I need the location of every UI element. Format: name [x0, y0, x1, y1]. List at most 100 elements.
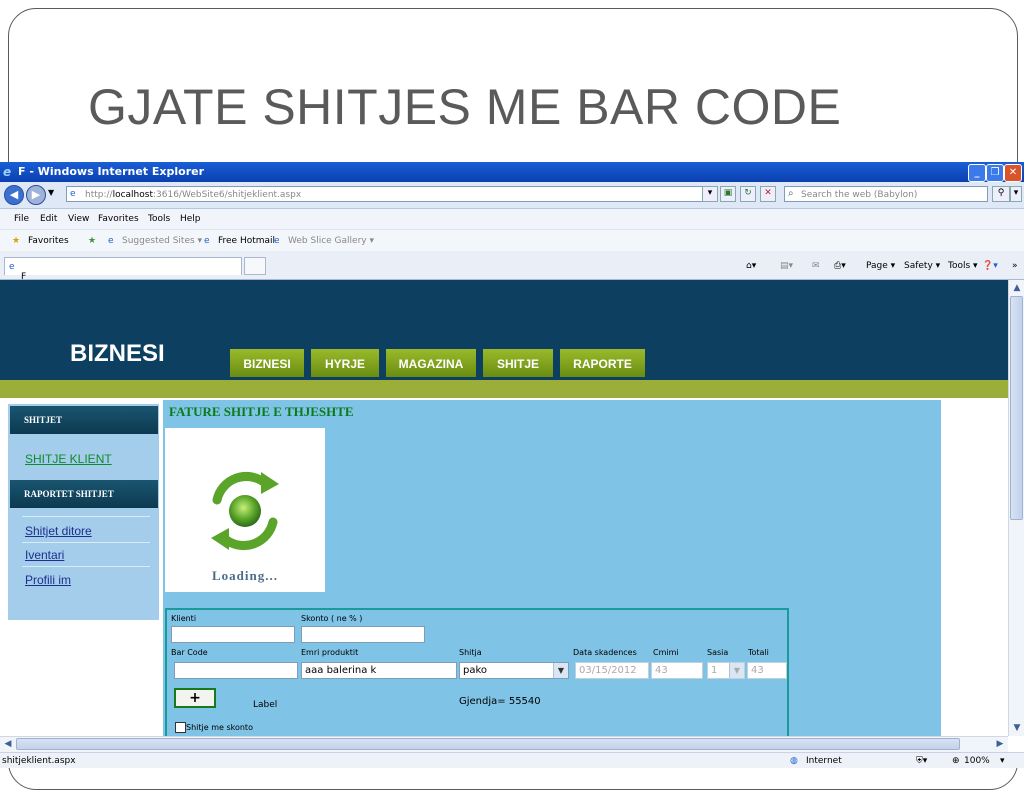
fav-suggested-sites[interactable]: Suggested Sites ▾	[122, 236, 202, 246]
skonto-checkbox[interactable]	[175, 722, 186, 733]
close-button[interactable]: ✕	[1004, 164, 1022, 182]
stop-icon[interactable]: ✕	[760, 186, 776, 202]
skonto-checkbox-label: Shitje me skonto	[186, 723, 253, 732]
cmimi-input: 43	[651, 662, 703, 679]
menu-edit[interactable]: Edit	[40, 214, 57, 224]
sale-form: Klienti Skonto ( ne % ) Bar Code Emri pr…	[165, 608, 789, 736]
sidebar-link-profili-im[interactable]: Profili im	[25, 573, 71, 587]
sidebar-link-shitjet-ditore[interactable]: Shitjet ditore	[25, 524, 92, 538]
sidebar-divider	[22, 542, 150, 543]
menu-favorites[interactable]: Favorites	[98, 214, 139, 224]
minimize-button[interactable]: _	[968, 164, 986, 182]
favorites-star-icon: ★	[12, 236, 21, 246]
mail-icon[interactable]: ✉	[812, 261, 820, 271]
sidebar-divider	[22, 516, 150, 517]
sidebar-link-iventari[interactable]: Iventari	[25, 548, 64, 562]
status-zone: Internet	[806, 756, 842, 766]
skonto-input[interactable]	[301, 626, 425, 643]
safety-menu[interactable]: Safety ▾	[904, 261, 940, 271]
main-panel: FATURE SHITJE E THJESHTE Loading... Klie…	[163, 400, 941, 736]
totali-label: Totali	[748, 648, 769, 657]
chevron-down-icon: ▼	[729, 663, 744, 678]
status-label: Label	[253, 700, 278, 710]
gjendja-text: Gjendja= 55540	[459, 696, 541, 707]
home-icon[interactable]: ⌂▾	[746, 261, 756, 271]
sasia-select: 1 ▼	[707, 662, 745, 679]
page-icon: e	[70, 189, 76, 199]
tools-menu[interactable]: Tools ▾	[948, 261, 978, 271]
url-dropdown-icon[interactable]: ▾	[702, 186, 718, 202]
cmimi-label: Cmimi	[653, 648, 679, 657]
loading-panel: Loading...	[165, 428, 325, 592]
barcode-input[interactable]	[174, 662, 298, 679]
nav-raporte[interactable]: RAPORTE	[560, 349, 645, 377]
help-icon[interactable]: ❓▾	[982, 261, 998, 271]
forward-button[interactable]: ▶	[26, 185, 46, 205]
scroll-right-icon[interactable]: ▶	[992, 736, 1008, 752]
nav-hyrje[interactable]: HYRJE	[311, 349, 379, 377]
klienti-input[interactable]	[171, 626, 295, 643]
menu-help[interactable]: Help	[180, 214, 201, 224]
search-input[interactable]: Search the web (Babylon)	[784, 186, 988, 202]
compatibility-icon[interactable]: ▣	[720, 186, 736, 202]
nav-shitje[interactable]: SHITJE	[483, 349, 553, 377]
search-options-icon[interactable]: ▾	[1010, 186, 1022, 202]
horizontal-scrollbar[interactable]: ◀ ▶	[0, 736, 1008, 752]
print-icon[interactable]: ⎙▾	[834, 261, 846, 271]
barcode-label: Bar Code	[171, 648, 208, 657]
status-url: shitjeklient.aspx	[2, 756, 76, 766]
favorites-button[interactable]: Favorites	[28, 236, 69, 246]
scroll-down-icon[interactable]: ▼	[1009, 720, 1024, 736]
history-dropdown-icon[interactable]: ▼	[48, 188, 54, 197]
menu-tools[interactable]: Tools	[148, 214, 170, 224]
ie-page-icon: e	[204, 236, 210, 246]
more-commands-icon[interactable]: »	[1012, 261, 1018, 271]
fav-free-hotmail[interactable]: Free Hotmail	[218, 236, 275, 246]
data-skadences-input: 03/15/2012	[575, 662, 649, 679]
chevron-down-icon: ▼	[553, 663, 568, 678]
add-favorite-icon[interactable]: ★	[88, 236, 96, 246]
emri-produktit-label: Emri produktit	[301, 648, 359, 657]
protected-mode-icon[interactable]: ⛨▾	[916, 756, 927, 766]
emri-produktit-input[interactable]: aaa balerina k	[301, 662, 457, 679]
page-menu[interactable]: Page ▾	[866, 261, 895, 271]
scroll-left-icon[interactable]: ◀	[0, 736, 16, 752]
internet-zone-icon: ◍	[790, 756, 798, 766]
vertical-scroll-thumb[interactable]	[1010, 296, 1023, 520]
fav-web-slice-gallery[interactable]: Web Slice Gallery ▾	[288, 236, 374, 246]
zoom-level[interactable]: 100%	[964, 756, 990, 766]
skonto-label: Skonto ( ne % )	[301, 614, 363, 623]
totali-input: 43	[747, 662, 787, 679]
back-button[interactable]: ◀	[4, 185, 24, 205]
scroll-up-icon[interactable]: ▲	[1009, 280, 1024, 296]
window-titlebar: e F - Windows Internet Explorer _ ❐ ✕	[0, 162, 1024, 182]
address-bar: ◀ ▶ ▼ http://localhost:3616/WebSite6/shi…	[0, 182, 1024, 209]
tab-current[interactable]: e F	[4, 257, 242, 282]
tab-bar: e F ⌂▾ ▤▾ ✉ ⎙▾ Page ▾ Safety ▾ Tools ▾ ❓…	[0, 251, 1024, 282]
favorites-bar: ★ Favorites ★ e Suggested Sites ▾ e Free…	[0, 229, 1024, 252]
zoom-dropdown-icon[interactable]: ▾	[1000, 756, 1005, 766]
feeds-icon[interactable]: ▤▾	[780, 261, 793, 271]
search-button-icon[interactable]: ⚲	[992, 186, 1010, 202]
sidebar-divider	[22, 566, 150, 567]
shitja-select[interactable]: pako ▼	[459, 662, 569, 679]
horizontal-scroll-thumb[interactable]	[16, 738, 960, 750]
menu-view[interactable]: View	[68, 214, 89, 224]
add-item-button[interactable]: +	[174, 688, 216, 708]
page-content: BIZNESI BIZNESI HYRJE MAGAZINA SHITJE RA…	[0, 280, 1008, 736]
search-engine-icon: ⌕	[788, 188, 794, 199]
ie-page-icon: e	[108, 236, 114, 246]
vertical-scrollbar[interactable]: ▲ ▼	[1008, 280, 1024, 736]
refresh-icon[interactable]: ↻	[740, 186, 756, 202]
nav-biznesi[interactable]: BIZNESI	[230, 349, 304, 377]
menu-file[interactable]: File	[14, 214, 29, 224]
loading-text: Loading...	[212, 568, 278, 583]
browser-window: e F - Windows Internet Explorer _ ❐ ✕ ◀ …	[0, 162, 1024, 768]
url-input[interactable]: http://localhost:3616/WebSite6/shitjekli…	[66, 186, 716, 202]
maximize-button[interactable]: ❐	[986, 164, 1004, 182]
sidebar-link-shitje-klient[interactable]: SHITJE KLIENT	[25, 452, 112, 466]
nav-magazina[interactable]: MAGAZINA	[386, 349, 476, 377]
loading-spinner-icon	[211, 471, 279, 551]
new-tab-button[interactable]	[244, 257, 266, 275]
header-band	[0, 380, 1008, 398]
